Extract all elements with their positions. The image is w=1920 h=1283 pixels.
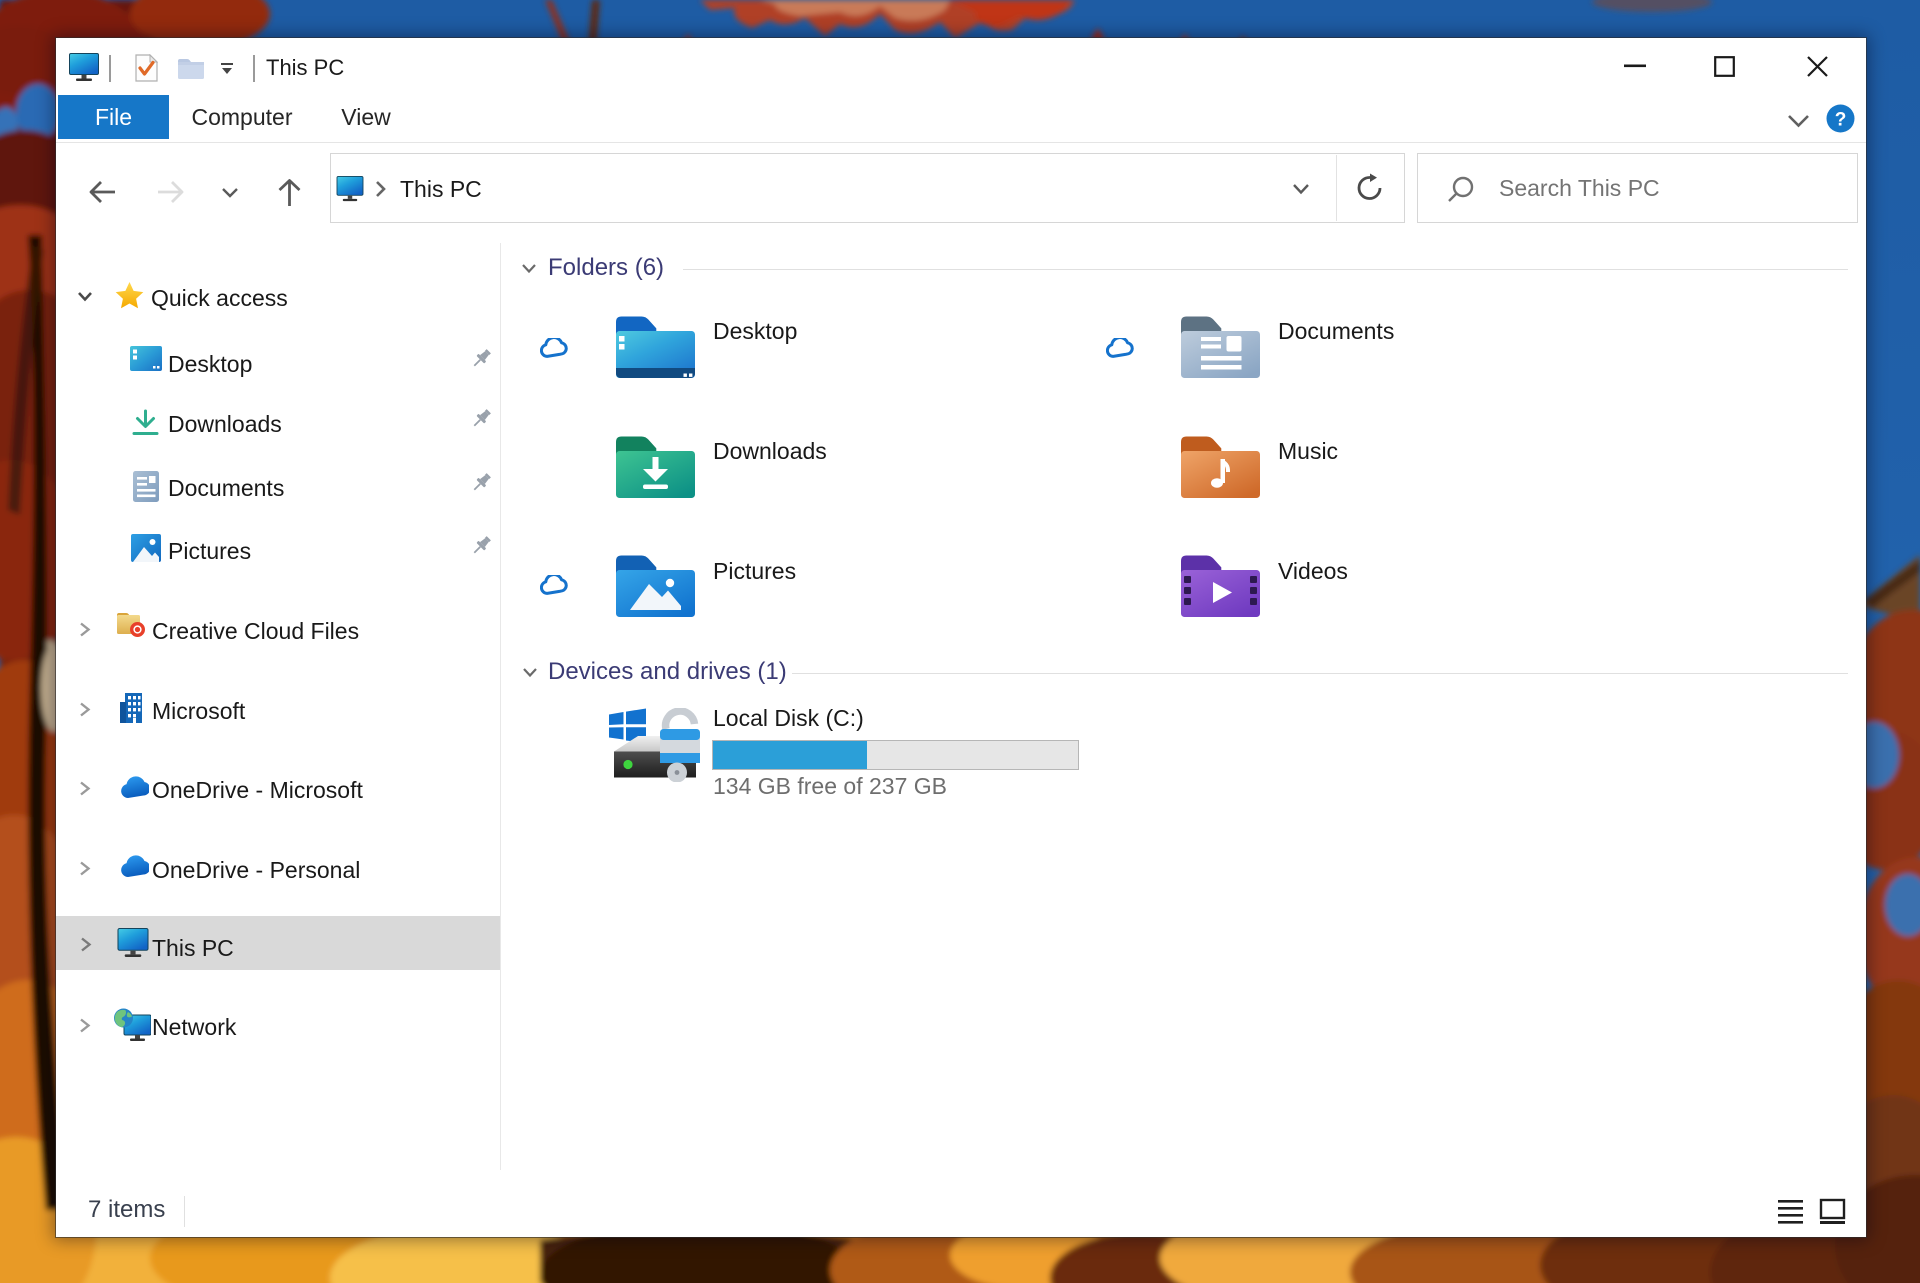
svg-text:?: ?	[1835, 110, 1847, 131]
